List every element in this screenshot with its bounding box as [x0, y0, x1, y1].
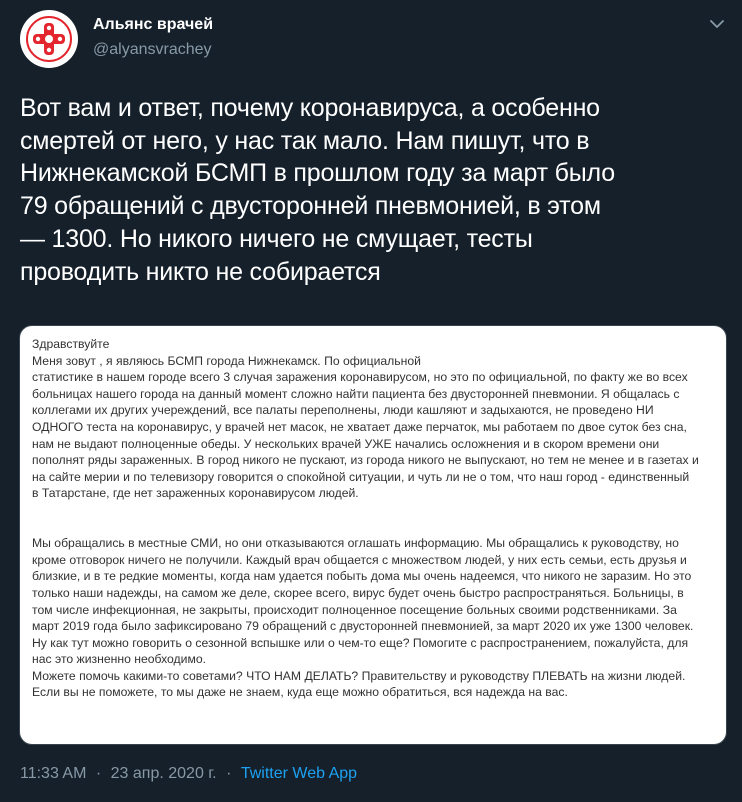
image-letter-text: Здравствуйте Меня зовут , я являюсь БСМП…	[32, 336, 722, 701]
letter-paragraph-1: Здравствуйте Меня зовут , я являюсь БСМП…	[32, 337, 699, 501]
chevron-down-icon[interactable]	[707, 14, 727, 34]
tweet-meta: 11:33 AM · 23 апр. 2020 г. · Twitter Web…	[20, 765, 357, 783]
author-handle[interactable]: @alyansvrachey	[93, 41, 212, 59]
tweet-date[interactable]: 23 апр. 2020 г.	[111, 765, 217, 782]
meta-separator: ·	[95, 765, 102, 782]
tweet-time[interactable]: 11:33 AM	[20, 765, 86, 782]
source-app-link[interactable]: Twitter Web App	[241, 765, 357, 782]
avatar[interactable]	[20, 10, 78, 68]
meta-separator: ·	[226, 765, 232, 782]
tweet: Альянс врачей @alyansvrachey Вот вам и о…	[0, 0, 742, 802]
attached-image[interactable]: Здравствуйте Меня зовут , я являюсь БСМП…	[19, 325, 727, 745]
medical-cross-logo-icon	[22, 12, 76, 66]
author-name[interactable]: Альянс врачей	[93, 16, 213, 34]
tweet-text: Вот вам и ответ, почему коронавируса, а …	[20, 94, 615, 286]
letter-paragraph-2: Мы обращались в местные СМИ, но они отка…	[32, 536, 694, 700]
